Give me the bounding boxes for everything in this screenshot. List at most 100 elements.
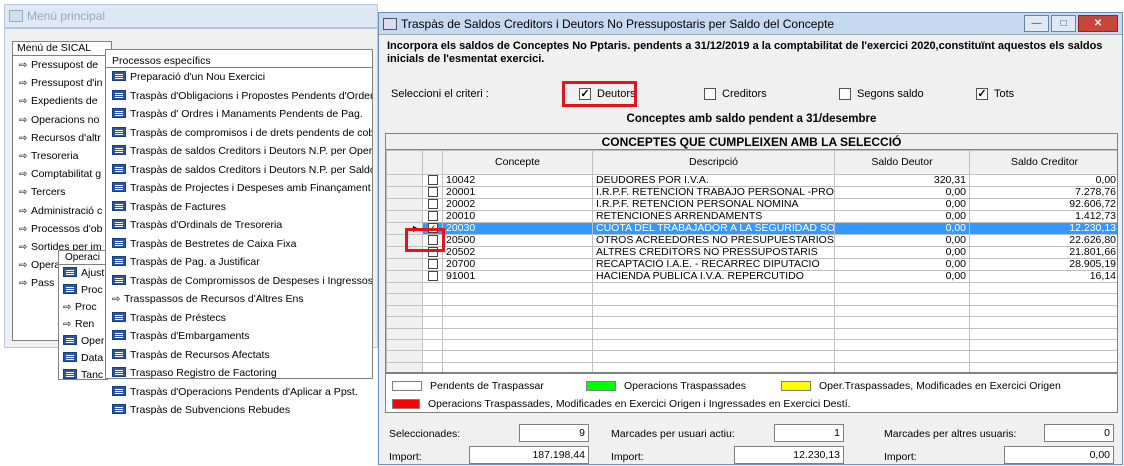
column-header-descripcio[interactable]: Descripció [592, 150, 835, 175]
maximize-button[interactable]: □ [1051, 15, 1076, 32]
cell-deutor [834, 338, 970, 352]
menu-item[interactable]: ⇨ Administració c [13, 202, 111, 220]
column-header-saldo-creditor[interactable]: Saldo Creditor [969, 150, 1117, 175]
table-icon [112, 145, 126, 155]
process-item[interactable]: Traspàs de Subvencions Rebudes [106, 401, 372, 420]
process-item[interactable]: Traspaso Registro de Factoring [106, 364, 372, 383]
operations-item[interactable]: Ajust [59, 265, 107, 282]
specific-processes-header: Processos específics [106, 50, 372, 68]
process-item-label: Traspaso Registro de Factoring [130, 367, 277, 379]
row-checkbox[interactable] [427, 187, 438, 198]
process-item[interactable]: Traspàs d'Obligacions i Propostes Penden… [106, 87, 372, 106]
checkbox-box[interactable]: ✓ [976, 88, 988, 100]
process-item[interactable]: Preparació d'un Nou Exercici [106, 68, 372, 87]
process-item-label: Traspàs de Compromissos de Despeses i In… [130, 274, 372, 287]
cell-concepte: 20030 [442, 222, 593, 235]
table-row[interactable]: 20001 I.R.P.F. RETENCION TRABAJO PERSONAL… [386, 186, 1117, 199]
column-header-concepte[interactable]: Concepte [442, 150, 593, 175]
creditors-checkbox[interactable]: Creditors [704, 88, 767, 100]
table-row[interactable]: 20002 I.R.P.F. RETENCION PERSONAL NÓMINA 0… [386, 198, 1117, 211]
tots-checkbox[interactable]: ✓ Tots [976, 88, 1014, 100]
column-header-saldo-deutor[interactable]: Saldo Deutor [834, 150, 970, 175]
minimize-button[interactable]: — [1024, 15, 1049, 32]
process-item[interactable]: Traspàs d' Ordres i Manaments Pendents d… [106, 105, 372, 124]
menu-item[interactable]: ⇨ Comptabilitat g [13, 165, 111, 183]
menu-item[interactable]: ⇨ Pressupost de [13, 56, 111, 74]
close-button[interactable]: ✕ [1078, 15, 1118, 32]
operations-item-label: Proc [75, 301, 97, 313]
process-item[interactable]: Traspàs de Compromissos de Despeses i In… [106, 272, 372, 291]
operations-item[interactable]: Data [59, 350, 107, 367]
process-item[interactable]: Traspàs de Factures [106, 198, 372, 217]
table-row[interactable] [386, 327, 1117, 340]
table-row[interactable] [386, 350, 1117, 363]
table-row[interactable] [386, 293, 1117, 306]
operations-item[interactable]: Oper [59, 333, 107, 350]
process-item[interactable]: Traspàs de Recursos Afectats [106, 346, 372, 365]
table-row[interactable]: 20502 ALTRES CREDITORS NO PRESSUPOSTARIS 0… [386, 246, 1117, 259]
checkbox-box[interactable] [839, 88, 851, 100]
cell-deutor: 0,00 [834, 270, 970, 283]
process-item[interactable]: Traspàs de compromisos i de drets penden… [106, 124, 372, 143]
row-checkbox[interactable] [427, 175, 438, 186]
menu-item[interactable]: ⇨ Recursos d'altr [13, 129, 111, 147]
menu-item[interactable]: ⇨ Tresoreria [13, 147, 111, 165]
cell-creditor: 12.230,13 [969, 222, 1117, 235]
cell-descripcio: CUOTA DEL TRABAJADOR A LA SEGURIDAD SO [592, 222, 835, 235]
checkbox-label: Tots [994, 88, 1015, 100]
other-users-count: 0 [1044, 424, 1114, 442]
row-check-highlight [405, 228, 445, 252]
menu-item[interactable]: ⇨ Operacions no [13, 111, 111, 129]
operations-item[interactable]: Tanc [59, 367, 107, 384]
cell-deutor: 0,00 [834, 198, 970, 211]
table-row[interactable]: 20700 RECAPTACIÓ I.A.E. - RECÀRREC DIPUTA… [386, 258, 1117, 271]
process-item[interactable]: Traspàs de saldos Creditors i Deutors N.… [106, 161, 372, 180]
table-row[interactable] [386, 304, 1117, 318]
table-row[interactable] [386, 316, 1117, 329]
operations-item[interactable]: Proc [59, 282, 107, 299]
row-checkbox-cell[interactable] [422, 186, 443, 199]
menu-item[interactable]: ⇨ Expedients de [13, 92, 111, 110]
row-checkbox-cell [422, 316, 443, 329]
menu-item[interactable]: ⇨ Processos d'ob [13, 220, 111, 238]
process-item[interactable]: Traspàs d'Ordinals de Tresoreria [106, 216, 372, 235]
row-checkbox[interactable] [427, 211, 438, 222]
menu-item[interactable]: ⇨ Pressupost d'in [13, 74, 111, 92]
process-item[interactable]: Traspàs de Bestretes de Caixa Fixa [106, 235, 372, 254]
operations-item-label: Proc [81, 284, 103, 296]
cell-descripcio: HACIENDA PUBLICA I.V.A. REPERCUTIDO [592, 270, 835, 283]
process-item[interactable]: Traspàs de Pag. a Justificar [106, 253, 372, 272]
row-checkbox[interactable] [427, 271, 438, 282]
row-checkbox-cell [422, 327, 443, 340]
operations-item[interactable]: ⇨ Ren [59, 316, 107, 333]
menu-item-label: Recursos d'altr [31, 131, 101, 144]
process-item[interactable]: ⇨ Trasspassos de Recursos d'Altres Ens [106, 290, 372, 309]
process-item-label: Preparació d'un Nou Exercici [130, 71, 266, 83]
table-row[interactable] [386, 338, 1117, 352]
menu-item[interactable]: ⇨ Tercers [13, 183, 111, 201]
row-checkbox-cell[interactable] [422, 258, 443, 271]
checkbox-box[interactable] [704, 88, 716, 100]
table-row[interactable]: 91001 HACIENDA PUBLICA I.V.A. REPERCUTIDO… [386, 270, 1117, 283]
row-checkbox[interactable] [427, 259, 438, 270]
table-row[interactable]: ▶ ✓ 20030 CUOTA DEL TRABAJADOR A LA SEGURID… [386, 222, 1117, 235]
row-checkbox-cell[interactable] [422, 270, 443, 283]
cell-creditor: 28.905,19 [969, 258, 1117, 271]
process-item[interactable]: Traspàs de Préstecs [106, 309, 372, 328]
operations-item[interactable]: ⇨ Proc [59, 299, 107, 316]
table-row[interactable]: 10042 DEUDORES POR I.V.A. 320,31 0,00 [386, 174, 1117, 187]
process-item[interactable]: Traspàs de saldos Creditors i Deutors N.… [106, 142, 372, 161]
row-checkbox-cell[interactable] [422, 198, 443, 211]
table-row[interactable]: 20010 RETENCIONES ARRENDAMENTS 0,00 1.412,7… [386, 210, 1117, 223]
table-row[interactable] [386, 361, 1117, 372]
row-checkbox[interactable] [427, 199, 438, 210]
row-checkbox-cell[interactable] [422, 210, 443, 223]
table-icon [112, 348, 126, 359]
row-checkbox-cell[interactable] [422, 174, 443, 187]
process-item[interactable]: Traspàs d'Embargaments [106, 327, 372, 346]
table-row[interactable]: 20500 OTROS ACREEDORES NO PRESUPUESTARIOS… [386, 234, 1117, 247]
segons-saldo-checkbox[interactable]: Segons saldo [839, 88, 924, 100]
table-row[interactable] [386, 281, 1117, 295]
process-item[interactable]: Traspàs de Projectes i Despeses amb Fina… [106, 179, 372, 198]
process-item[interactable]: Traspàs d'Operacions Pendents d'Aplicar … [106, 383, 372, 402]
